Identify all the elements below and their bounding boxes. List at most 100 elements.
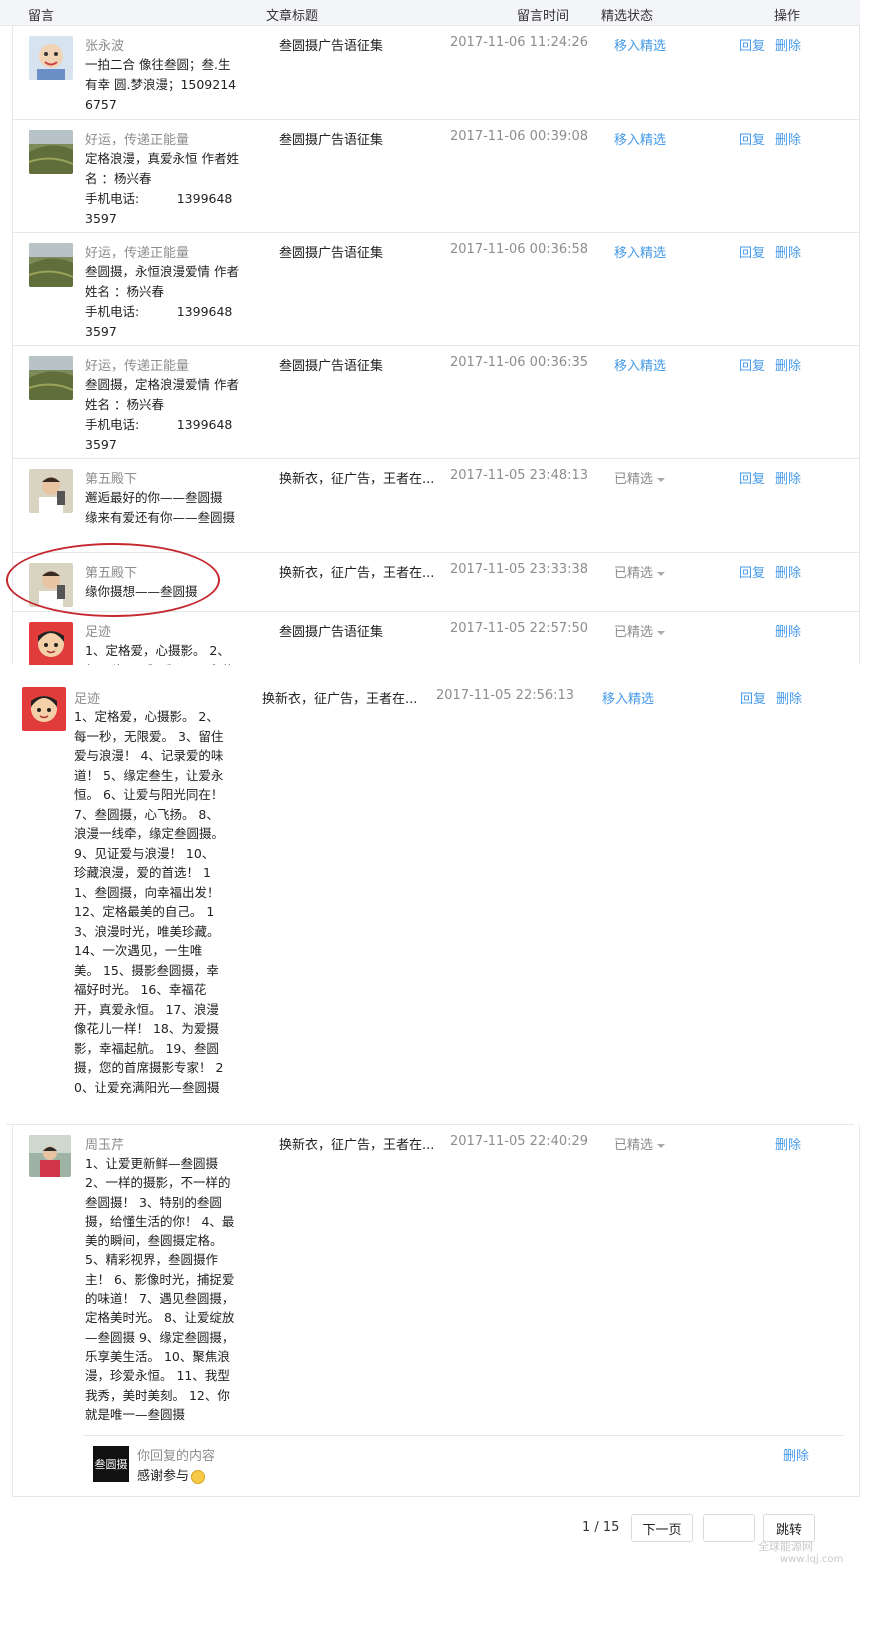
caret-down-icon (657, 630, 666, 635)
comment-time: 2017-11-05 22:57:50 (450, 621, 589, 636)
header-time: 留言时间 (517, 9, 570, 24)
avatar (22, 687, 66, 731)
table-row: 足迹 1、定格爱，心摄影。 2、每一秒，无限爱。 3、留住爱与浪漫！ 4、记录爱… (6, 687, 854, 1125)
comment-time: 2017-11-05 22:56:13 (436, 688, 575, 703)
header-status: 精选状态 (601, 9, 654, 24)
article-title[interactable]: 换新衣，征广告，王者在... (262, 688, 417, 707)
page-number-input[interactable] (703, 1514, 755, 1542)
next-page-button[interactable]: 下一页 (631, 1514, 693, 1542)
delete-link[interactable]: 删除 (775, 355, 801, 374)
delete-link[interactable]: 删除 (776, 688, 802, 707)
header-article-title: 文章标题 (266, 9, 319, 24)
reply-box: 叁圆摄 你回复的内容 感谢参与 删除 (83, 1435, 843, 1491)
table-row: 周玉芹 1、让爱更新鲜—叁圆摄 2、一样的摄影，不一样的叁圆摄！ 3、特别的叁圆… (12, 1125, 860, 1497)
avatar (29, 130, 73, 174)
article-title[interactable]: 换新衣，征广告，王者在... (279, 562, 434, 581)
comment-author: 足迹 (74, 692, 101, 707)
reply-link[interactable]: 回复 (740, 688, 766, 707)
watermark-url: www.lqj.com (780, 1554, 844, 1565)
featured-status-label: 已精选 (614, 1138, 654, 1153)
comment-author: 周玉芹 (85, 1138, 125, 1153)
reply-link[interactable]: 回复 (739, 355, 765, 374)
avatar (29, 243, 73, 287)
comment-author: 第五殿下 (85, 472, 138, 487)
featured-status-dropdown[interactable]: 已精选 (614, 1134, 666, 1153)
caret-down-icon (657, 477, 666, 482)
table-row: 张永波 一拍二合 像往叁圆；叁.生有幸 圆.梦浪漫；15092146757 叁圆… (12, 26, 860, 120)
table-row: 好运，传递正能量 叁圆摄，永恒浪漫爱情 作者姓名 ：杨兴春 手机电话: 1399… (12, 233, 860, 346)
smile-emoji-icon (191, 1469, 206, 1484)
delete-link[interactable]: 删除 (775, 129, 801, 148)
article-title[interactable]: 叁圆摄广告语征集 (279, 355, 383, 374)
table-row: 足迹 1、定格爱，心摄影。 2、每一秒，无限爱。 3、留往 叁圆摄广告语征集 2… (12, 612, 860, 665)
page-count: 1 / 15 (582, 1520, 620, 1535)
highlight-circle (6, 543, 220, 617)
watermark: 全球能源网 (758, 1540, 813, 1553)
move-to-featured-link[interactable]: 移入精选 (614, 35, 666, 54)
move-to-featured-link[interactable]: 移入精选 (614, 242, 666, 261)
caret-down-icon (657, 571, 666, 576)
delete-link[interactable]: 删除 (775, 35, 801, 54)
table-row: 好运，传递正能量 定格浪漫，真爱永恒 作者姓名 ：杨兴春 手机电话: 13996… (12, 120, 860, 233)
reply-link[interactable]: 回复 (739, 35, 765, 54)
article-title[interactable]: 换新衣，征广告，王者在... (279, 468, 434, 487)
comment-time: 2017-11-05 23:33:38 (450, 562, 589, 577)
reply-link[interactable]: 回复 (739, 242, 765, 261)
comment-content: 叁圆摄，定格浪漫爱情 作者姓名 ：杨兴春 手机电话: 13996483597 (85, 377, 239, 452)
comment-content: 1、让爱更新鲜—叁圆摄 2、一样的摄影，不一样的叁圆摄！ 3、特别的叁圆摄，给懂… (85, 1156, 235, 1422)
reply-title: 你回复的内容 (137, 1449, 216, 1464)
featured-status-label: 已精选 (614, 472, 654, 487)
caret-down-icon (657, 1143, 666, 1148)
comment-content: 叁圆摄，永恒浪漫爱情 作者姓名 ：杨兴春 手机电话: 13996483597 (85, 264, 239, 339)
comment-author: 足迹 (85, 625, 112, 640)
delete-link[interactable]: 删除 (775, 468, 801, 487)
comment-time: 2017-11-06 00:36:58 (450, 242, 589, 257)
featured-status-dropdown[interactable]: 已精选 (614, 562, 666, 581)
table-row: 好运，传递正能量 叁圆摄，定格浪漫爱情 作者姓名 ：杨兴春 手机电话: 1399… (12, 346, 860, 459)
comment-author: 好运，传递正能量 (85, 359, 190, 374)
avatar (29, 469, 73, 513)
article-title[interactable]: 换新衣，征广告，王者在... (279, 1134, 434, 1153)
reply-link[interactable]: 回复 (739, 468, 765, 487)
comment-author: 好运，传递正能量 (85, 133, 190, 148)
table-header: 留言 文章标题 留言时间 精选状态 操作 (0, 0, 860, 26)
article-title[interactable]: 叁圆摄广告语征集 (279, 621, 383, 640)
featured-status-label: 已精选 (614, 566, 654, 581)
table-row: 第五殿下 邂逅最好的你——叁圆摄 缘来有爱还有你——叁圆摄 换新衣，征广告，王者… (12, 459, 860, 553)
comment-time: 2017-11-06 00:39:08 (450, 129, 589, 144)
delete-link[interactable]: 删除 (775, 562, 801, 581)
delete-reply-link[interactable]: 删除 (783, 1445, 809, 1464)
comment-author: 张永波 (85, 39, 125, 54)
reply-link[interactable]: 回复 (739, 562, 765, 581)
comment-content: 一拍二合 像往叁圆；叁.生有幸 圆.梦浪漫；15092146757 (85, 57, 237, 112)
avatar (29, 356, 73, 400)
avatar (29, 622, 73, 665)
featured-status-label: 已精选 (614, 625, 654, 640)
avatar (29, 1135, 71, 1177)
article-title[interactable]: 叁圆摄广告语征集 (279, 242, 383, 261)
comment-time: 2017-11-06 00:36:35 (450, 355, 589, 370)
comment-content: 1、定格爱，心摄影。 2、每一秒，无限爱。 3、留住爱与浪漫！ 4、记录爱的味道… (74, 709, 225, 1095)
reply-text: 感谢参与 (137, 1469, 190, 1484)
avatar (29, 36, 73, 80)
move-to-featured-link[interactable]: 移入精选 (614, 129, 666, 148)
article-title[interactable]: 叁圆摄广告语征集 (279, 129, 383, 148)
delete-link[interactable]: 删除 (775, 1134, 801, 1153)
comment-time: 2017-11-06 11:24:26 (450, 35, 589, 50)
reply-link[interactable]: 回复 (739, 129, 765, 148)
featured-status-dropdown[interactable]: 已精选 (614, 468, 666, 487)
comment-time: 2017-11-05 23:48:13 (450, 468, 589, 483)
header-comment: 留言 (28, 9, 55, 24)
comment-content: 邂逅最好的你——叁圆摄 缘来有爱还有你——叁圆摄 (85, 490, 236, 525)
move-to-featured-link[interactable]: 移入精选 (602, 688, 654, 707)
reply-text-wrap: 感谢参与 (137, 1465, 206, 1484)
move-to-featured-link[interactable]: 移入精选 (614, 355, 666, 374)
comment-content: 1、定格爱，心摄影。 2、每一秒，无限爱。 3、留往 (85, 643, 234, 665)
header-actions: 操作 (774, 9, 801, 24)
comment-time: 2017-11-05 22:40:29 (450, 1134, 589, 1149)
featured-status-dropdown[interactable]: 已精选 (614, 621, 666, 640)
article-title[interactable]: 叁圆摄广告语征集 (279, 35, 383, 54)
screenshot-gap (0, 665, 869, 687)
delete-link[interactable]: 删除 (775, 242, 801, 261)
delete-link[interactable]: 删除 (775, 621, 801, 640)
